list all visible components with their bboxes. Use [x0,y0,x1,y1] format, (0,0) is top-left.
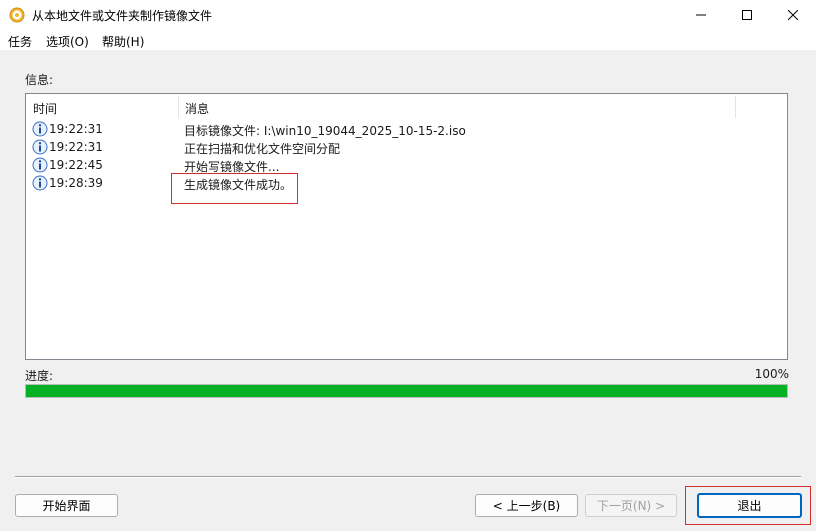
log-time: 19:22:31 [49,140,103,154]
title-bar: 从本地文件或文件夹制作镜像文件 [0,0,816,30]
progress-label: 进度: [25,369,54,383]
progress-bar [25,384,788,398]
exit-highlight-box [685,486,811,525]
progress-fill [26,385,787,397]
progress-percent: 100% [754,367,789,381]
info-icon [32,157,48,173]
disc-icon [9,7,25,23]
close-button[interactable] [770,0,816,30]
log-time: 19:22:31 [49,122,103,136]
menu-help[interactable]: 帮助(H) [102,33,144,50]
log-time: 19:22:45 [49,158,103,172]
close-icon [788,10,798,20]
previous-button[interactable]: < 上一步(B) [475,494,578,517]
log-row[interactable]: 19:22:31 正在扫描和优化文件空间分配 [26,138,787,156]
log-row[interactable]: 19:22:31 目标镜像文件: I:\win10_19044_2025_10-… [26,120,787,138]
home-button[interactable]: 开始界面 [15,494,118,517]
minimize-icon [696,14,706,16]
info-icon [32,139,48,155]
log-message: 目标镜像文件: I:\win10_19044_2025_10-15-2.iso [184,124,466,138]
window-title: 从本地文件或文件夹制作镜像文件 [32,9,213,23]
minimize-button[interactable] [678,0,724,30]
maximize-button[interactable] [724,0,770,30]
log-list[interactable]: 时间 消息 19:22:31 目标镜像文件: I:\win10_19044_20… [25,93,788,360]
maximize-icon [742,10,752,20]
separator [15,476,801,478]
menu-bar: 任务 选项(O) 帮助(H) [0,30,816,50]
menu-task[interactable]: 任务 [8,33,32,50]
info-icon [32,175,48,191]
info-icon [32,121,48,137]
log-row[interactable]: 19:28:39 生成镜像文件成功。 [26,174,787,192]
menu-options[interactable]: 选项(O) [46,33,89,50]
column-header-message[interactable]: 消息 [185,94,209,118]
log-time: 19:28:39 [49,176,103,190]
success-highlight-box [171,173,298,204]
column-divider[interactable] [178,96,179,118]
log-message: 正在扫描和优化文件空间分配 [184,142,341,156]
column-header-time[interactable]: 时间 [33,94,57,118]
info-label: 信息: [25,73,54,87]
next-button[interactable]: 下一页(N) > [585,494,677,517]
column-divider[interactable] [735,96,736,118]
log-row[interactable]: 19:22:45 开始写镜像文件... [26,156,787,174]
